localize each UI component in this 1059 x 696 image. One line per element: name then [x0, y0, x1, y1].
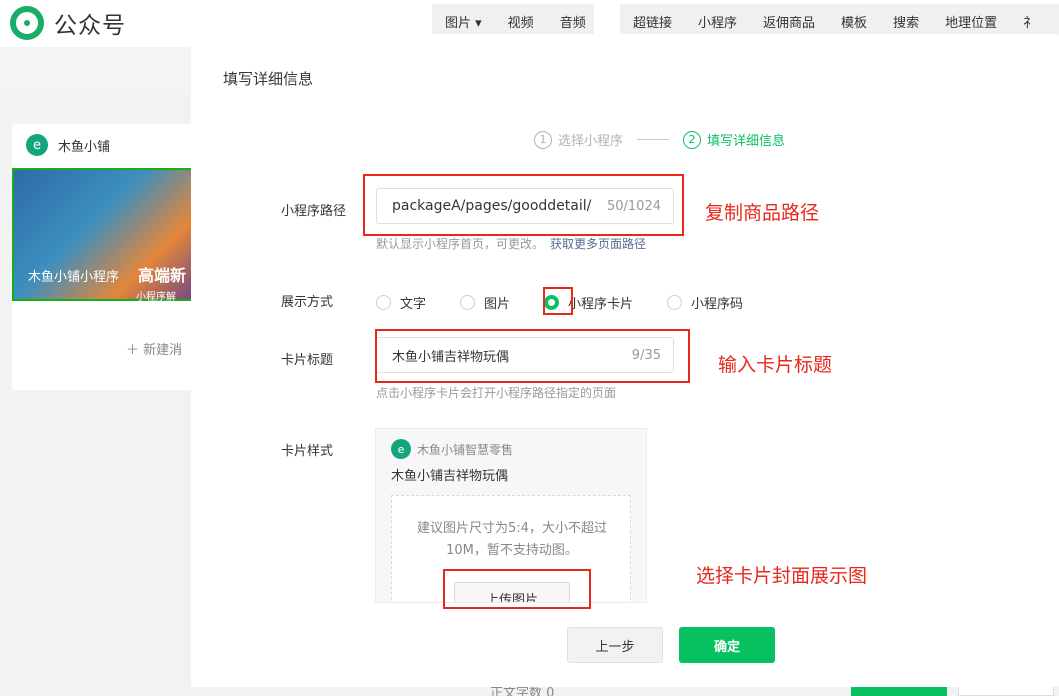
annotation-box-card-radio: [543, 287, 573, 315]
step-1: 1 选择小程序: [534, 130, 623, 149]
step-divider: [637, 139, 670, 140]
dialog-title: 填写详细信息: [223, 70, 314, 88]
upload-tip: 建议图片尺寸为5:4，大小不超过10M，暂不支持动图。: [417, 521, 607, 558]
display-mode-label: 展示方式: [281, 295, 334, 310]
toolbar-audio[interactable]: 音频: [547, 12, 599, 31]
radio-miniprogram-code[interactable]: 小程序码: [667, 293, 743, 312]
account-header: e 木鱼小铺: [26, 134, 110, 156]
brand-logo: 公众号: [10, 6, 126, 40]
account-avatar-icon: e: [26, 134, 48, 156]
toolbar-commission-goods[interactable]: 返佣商品: [750, 12, 828, 31]
previous-step-button[interactable]: 上一步: [567, 627, 663, 663]
wechat-mp-logo-icon: [10, 6, 44, 40]
annotation-copy-path: 复制商品路径: [705, 202, 820, 224]
step-1-number: 1: [534, 130, 552, 149]
article-list-card: e 木鱼小铺 木鱼小铺小程序 高端新 小程序解 ＋ 新建消: [12, 124, 212, 390]
radio-image[interactable]: 图片: [460, 293, 510, 312]
radio-image-label: 图片: [484, 297, 511, 312]
step-2: 2 填写详细信息: [683, 130, 785, 149]
get-more-paths-link[interactable]: 获取更多页面路径: [550, 237, 646, 251]
new-draft-button[interactable]: ＋ 新建消: [126, 339, 182, 358]
card-preview-title: 木鱼小铺吉祥物玩偶: [391, 469, 509, 484]
media-toolbar-group: 图片 ▾ 视频 音频: [432, 4, 594, 38]
path-hint: 默认显示小程序首页，可更改。 获取更多页面路径: [376, 235, 646, 252]
step-2-label: 填写详细信息: [707, 134, 786, 149]
banner-subtext: 小程序解: [136, 292, 176, 303]
radio-text-circle: [376, 295, 391, 310]
step-1-label: 选择小程序: [558, 134, 624, 149]
miniprogram-avatar-icon: e: [391, 439, 411, 459]
radio-text-label: 文字: [400, 297, 427, 312]
annotation-box-upload: [443, 569, 591, 609]
annotation-enter-card-title: 输入卡片标题: [718, 354, 833, 376]
annotation-choose-cover: 选择卡片封面展示图: [696, 565, 868, 587]
radio-code-circle: [667, 295, 683, 310]
toolbar-miniprogram[interactable]: 小程序: [685, 12, 750, 31]
annotation-box-card-title: [375, 329, 690, 383]
toolbar-template[interactable]: 模板: [828, 12, 880, 31]
insert-toolbar-group: 超链接 小程序 返佣商品 模板 搜索 地理位置 礻: [620, 4, 1059, 38]
card-style-label: 卡片样式: [281, 444, 334, 459]
path-hint-text: 默认显示小程序首页，可更改。: [376, 237, 545, 251]
brand-name: 公众号: [54, 13, 126, 39]
radio-card-label: 小程序卡片: [568, 297, 634, 312]
miniprogram-name: 木鱼小铺智慧零售: [417, 442, 514, 457]
step-indicator: 1 选择小程序 2 填写详细信息: [534, 130, 785, 149]
toolbar-hyperlink[interactable]: 超链接: [620, 12, 685, 31]
toolbar-location[interactable]: 地理位置: [932, 12, 1010, 31]
radio-image-circle: [460, 295, 476, 310]
toolbar-more[interactable]: 礻: [1010, 12, 1049, 31]
miniprogram-dialog: 填写详细信息 1 选择小程序 2 填写详细信息 小程序路径 packageA/p…: [191, 34, 1059, 687]
step-2-number: 2: [683, 130, 702, 149]
confirm-button[interactable]: 确定: [679, 627, 775, 663]
radio-text[interactable]: 文字: [376, 293, 426, 312]
card-title-label: 卡片标题: [281, 353, 334, 368]
card-preview-header: e 木鱼小铺智慧零售: [391, 439, 513, 459]
card-title-hint: 点击小程序卡片会打开小程序路径指定的页面: [376, 386, 617, 400]
toolbar-video[interactable]: 视频: [495, 12, 547, 31]
article-cover-banner[interactable]: 木鱼小铺小程序 高端新 小程序解: [12, 168, 212, 303]
toolbar-image[interactable]: 图片 ▾: [432, 12, 495, 31]
path-label: 小程序路径: [281, 204, 347, 219]
banner-headline: 高端新: [138, 266, 187, 285]
banner-text: 木鱼小铺小程序: [28, 270, 120, 285]
radio-code-label: 小程序码: [691, 297, 744, 312]
toolbar-search[interactable]: 搜索: [880, 12, 932, 31]
annotation-box-path: [363, 174, 684, 236]
account-name: 木鱼小铺: [58, 139, 111, 155]
display-mode-radio-group: 文字 图片 小程序卡片 小程序码: [376, 293, 777, 312]
